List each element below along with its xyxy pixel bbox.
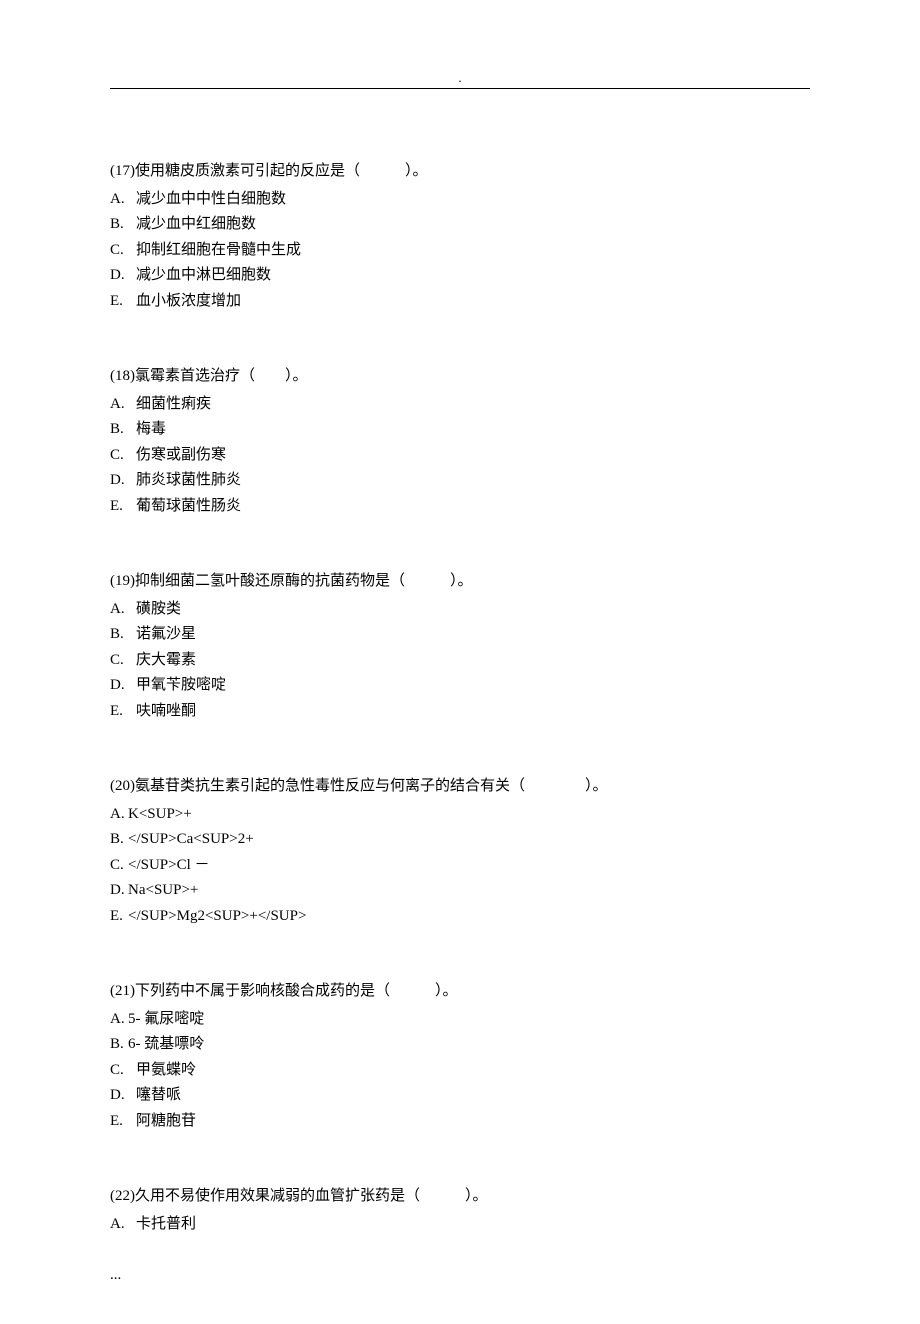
question-17: (17)使用糖皮质激素可引起的反应是（ ）。 A.减少血中中性白细胞数 B.减少… [110,159,810,314]
question-option: A.卡托普利 [110,1212,810,1238]
option-text: 5- 氟尿嘧啶 [128,1011,204,1027]
option-label: B. [110,1032,128,1058]
question-stem: (18)氯霉素首选治疗（ ）。 [110,364,810,390]
question-option: B.减少血中红细胞数 [110,212,810,238]
question-option: D.减少血中淋巴细胞数 [110,263,810,289]
option-text: 抑制红细胞在骨髓中生成 [136,242,301,258]
option-text: 磺胺类 [136,601,181,617]
option-label: E. [110,1109,136,1135]
option-text: 梅毒 [136,421,166,437]
question-option: A.K<SUP>+ [110,802,810,828]
option-label: A. [110,187,136,213]
option-text: </SUP>Cl － [128,857,210,873]
question-option: D.肺炎球菌性肺炎 [110,468,810,494]
option-label: C. [110,238,136,264]
question-option: E.</SUP>Mg2<SUP>+</SUP> [110,904,810,930]
question-option: C.伤寒或副伤寒 [110,443,810,469]
question-19: (19)抑制细菌二氢叶酸还原酶的抗菌药物是（ ）。 A.磺胺类 B.诺氟沙星 C… [110,569,810,724]
option-text: 甲氧苄胺嘧啶 [136,677,226,693]
option-text: 肺炎球菌性肺炎 [136,472,241,488]
question-stem: (20)氨基苷类抗生素引起的急性毒性反应与何离子的结合有关（ ）。 [110,774,810,800]
question-stem: (21)下列药中不属于影响核酸合成药的是（ ）。 [110,979,810,1005]
question-option: A.细菌性痢疾 [110,392,810,418]
option-label: C. [110,648,136,674]
option-label: A. [110,597,136,623]
option-text: 诺氟沙星 [136,626,196,642]
option-label: D. [110,468,136,494]
option-text: 减少血中中性白细胞数 [136,191,286,207]
question-option: B.</SUP>Ca<SUP>2+ [110,827,810,853]
option-text: 庆大霉素 [136,652,196,668]
option-text: </SUP>Mg2<SUP>+</SUP> [128,908,306,924]
option-label: E. [110,904,128,930]
option-label: E. [110,494,136,520]
option-text: 阿糖胞苷 [136,1113,196,1129]
question-20: (20)氨基苷类抗生素引起的急性毒性反应与何离子的结合有关（ ）。 A.K<SU… [110,774,810,929]
question-option: C.抑制红细胞在骨髓中生成 [110,238,810,264]
question-22: (22)久用不易使作用效果减弱的血管扩张药是（ ）。 A.卡托普利 [110,1184,810,1237]
option-label: D. [110,878,128,904]
question-option: B.诺氟沙星 [110,622,810,648]
option-label: E. [110,699,136,725]
question-stem: (19)抑制细菌二氢叶酸还原酶的抗菌药物是（ ）。 [110,569,810,595]
option-text: 甲氨蝶呤 [136,1062,196,1078]
question-stem: (17)使用糖皮质激素可引起的反应是（ ）。 [110,159,810,185]
option-label: C. [110,443,136,469]
option-text: 伤寒或副伤寒 [136,447,226,463]
document-page: . (17)使用糖皮质激素可引起的反应是（ ）。 A.减少血中中性白细胞数 B.… [0,0,920,1324]
footer-ellipsis: ... [110,1267,810,1284]
option-text: 噻替哌 [136,1087,181,1103]
option-label: B. [110,212,136,238]
question-option: B.6- 巯基嘌呤 [110,1032,810,1058]
question-option: A.5- 氟尿嘧啶 [110,1007,810,1033]
question-option: B.梅毒 [110,417,810,443]
question-option: E.血小板浓度增加 [110,289,810,315]
question-stem: (22)久用不易使作用效果减弱的血管扩张药是（ ）。 [110,1184,810,1210]
question-option: E.呋喃唑酮 [110,699,810,725]
option-label: B. [110,622,136,648]
question-21: (21)下列药中不属于影响核酸合成药的是（ ）。 A.5- 氟尿嘧啶 B.6- … [110,979,810,1134]
question-option: A.减少血中中性白细胞数 [110,187,810,213]
question-option: A.磺胺类 [110,597,810,623]
question-option: C.</SUP>Cl － [110,853,810,879]
option-label: E. [110,289,136,315]
option-label: C. [110,853,128,879]
question-option: D.甲氧苄胺嘧啶 [110,673,810,699]
option-label: D. [110,673,136,699]
option-label: B. [110,827,128,853]
option-text: 葡萄球菌性肠炎 [136,498,241,514]
option-label: B. [110,417,136,443]
option-text: 细菌性痢疾 [136,396,211,412]
option-text: 卡托普利 [136,1216,196,1232]
option-label: C. [110,1058,136,1084]
option-text: K<SUP>+ [128,806,192,822]
question-option: C.甲氨蝶呤 [110,1058,810,1084]
option-text: Na<SUP>+ [128,882,198,898]
option-text: 减少血中淋巴细胞数 [136,267,271,283]
question-18: (18)氯霉素首选治疗（ ）。 A.细菌性痢疾 B.梅毒 C.伤寒或副伤寒 D.… [110,364,810,519]
option-label: A. [110,1212,136,1238]
question-option: E.阿糖胞苷 [110,1109,810,1135]
option-label: A. [110,392,136,418]
option-text: </SUP>Ca<SUP>2+ [128,831,254,847]
option-text: 6- 巯基嘌呤 [128,1036,204,1052]
option-text: 血小板浓度增加 [136,293,241,309]
option-label: D. [110,263,136,289]
option-label: A. [110,1007,128,1033]
question-option: E.葡萄球菌性肠炎 [110,494,810,520]
question-option: D.Na<SUP>+ [110,878,810,904]
option-label: D. [110,1083,136,1109]
question-option: D.噻替哌 [110,1083,810,1109]
option-text: 减少血中红细胞数 [136,216,256,232]
header-rule [110,88,810,89]
option-text: 呋喃唑酮 [136,703,196,719]
question-option: C.庆大霉素 [110,648,810,674]
option-label: A. [110,802,128,828]
header-dot: . [110,70,810,86]
